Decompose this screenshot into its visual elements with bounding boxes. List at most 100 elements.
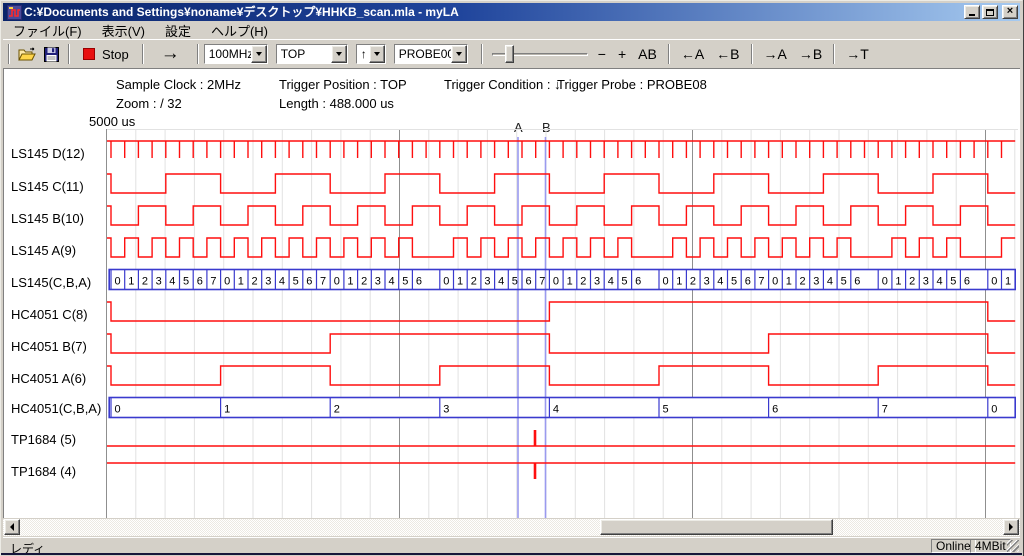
waveform-client-area[interactable]: Sample Clock : 2MHz Trigger Position : T… — [3, 68, 1020, 518]
dropdown-arrow-icon[interactable] — [251, 45, 267, 63]
goto-cursor-a-button[interactable]: ←A — [675, 44, 710, 64]
window-title: C:¥Documents and Settings¥noname¥デスクトップ¥… — [24, 3, 962, 21]
close-button[interactable]: × — [1002, 5, 1018, 19]
svg-text:2: 2 — [471, 276, 477, 288]
svg-text:2: 2 — [252, 276, 258, 288]
zoom-slider[interactable] — [492, 43, 588, 65]
trigger-probe-combobox[interactable]: PROBE00 — [394, 44, 468, 64]
channel-label-5: HC4051 C(8) — [11, 307, 88, 322]
svg-text:0: 0 — [224, 276, 230, 288]
set-cursor-b-button[interactable]: →B — [793, 44, 828, 64]
trigger-edge-value: ↑ — [357, 45, 369, 63]
zoom-slider-thumb[interactable] — [505, 45, 514, 63]
svg-text:0: 0 — [334, 276, 340, 288]
svg-text:5: 5 — [841, 276, 847, 288]
svg-text:3: 3 — [923, 276, 929, 288]
svg-text:4: 4 — [937, 276, 943, 288]
cursor-a-label[interactable]: A — [514, 120, 523, 135]
svg-text:0: 0 — [772, 276, 778, 288]
info-sample-clock: Sample Clock : 2MHz — [116, 77, 241, 92]
set-cursor-a-button[interactable]: →A — [758, 44, 793, 64]
info-trigger-position: Trigger Position : TOP — [279, 77, 407, 92]
stop-button[interactable]: Stop — [75, 43, 137, 65]
close-icon: × — [1007, 6, 1013, 17]
svg-text:2: 2 — [361, 276, 367, 288]
svg-text:7: 7 — [210, 276, 216, 288]
svg-text:3: 3 — [443, 404, 449, 416]
trigger-edge-combobox[interactable]: ↑ — [356, 44, 386, 64]
svg-text:6: 6 — [964, 276, 970, 288]
zoom-in-button[interactable]: + — [612, 44, 632, 64]
dropdown-arrow-icon[interactable] — [331, 45, 347, 63]
scroll-right-button[interactable] — [1003, 519, 1019, 535]
svg-text:5: 5 — [512, 276, 518, 288]
svg-text:6: 6 — [854, 276, 860, 288]
resize-grip-icon[interactable] — [1007, 540, 1019, 552]
scroll-left-button[interactable] — [4, 519, 20, 535]
scrollbar-thumb[interactable] — [600, 519, 833, 535]
goto-cursor-b-button[interactable]: ←B — [710, 44, 745, 64]
goto-trigger-button[interactable]: →T — [840, 44, 875, 64]
svg-text:3: 3 — [156, 276, 162, 288]
save-file-button[interactable] — [39, 43, 63, 65]
svg-text:1: 1 — [457, 276, 463, 288]
svg-text:1: 1 — [567, 276, 573, 288]
maximize-button[interactable] — [982, 5, 998, 19]
svg-text:7: 7 — [539, 276, 545, 288]
channel-label-1: LS145 C(11) — [11, 179, 84, 194]
trigger-position-combobox[interactable]: TOP — [276, 44, 348, 64]
info-zoom: Zoom : / 32 — [116, 96, 182, 111]
svg-text:1: 1 — [347, 276, 353, 288]
toolbar-gripper — [8, 44, 10, 64]
channel-label-10: TP1684 (4) — [11, 464, 76, 479]
svg-text:1: 1 — [676, 276, 682, 288]
svg-text:1: 1 — [1005, 276, 1011, 288]
channel-label-3: LS145 A(9) — [11, 243, 76, 258]
svg-text:4: 4 — [717, 276, 723, 288]
dropdown-arrow-icon[interactable] — [451, 45, 467, 63]
save-floppy-icon — [44, 47, 59, 62]
status-memory-badge: 4MBit — [970, 539, 1011, 553]
minimize-button[interactable] — [964, 5, 980, 19]
horizontal-scrollbar[interactable] — [3, 519, 1020, 536]
zoom-out-button[interactable]: − — [592, 44, 612, 64]
stop-icon — [83, 48, 95, 60]
waveform-canvas[interactable]: 0123456701234567012345601234567012345601… — [3, 68, 1020, 518]
svg-text:1: 1 — [786, 276, 792, 288]
svg-text:2: 2 — [909, 276, 915, 288]
svg-text:6: 6 — [745, 276, 751, 288]
svg-text:5: 5 — [293, 276, 299, 288]
info-trigger-probe: Trigger Probe : PROBE08 — [557, 77, 707, 92]
svg-text:1: 1 — [128, 276, 134, 288]
maximize-icon — [986, 9, 994, 16]
svg-text:0: 0 — [991, 276, 997, 288]
svg-text:3: 3 — [594, 276, 600, 288]
run-button[interactable]: → — [149, 44, 192, 64]
toolbar: Stop → 100MHz TOP ↑ PROBE00 −+AB ←A←B →A→B… — [3, 39, 1020, 68]
cursor-b-label[interactable]: B — [542, 120, 551, 135]
info-trigger-condition: Trigger Condition : ↓ — [444, 77, 561, 92]
toolbar-separator — [68, 44, 70, 64]
svg-text:4: 4 — [498, 276, 504, 288]
zoom-ab-button[interactable]: AB — [632, 44, 663, 64]
svg-text:2: 2 — [334, 404, 340, 416]
menu-bar: ファイル(F)表示(V)設定ヘルプ(H) — [3, 22, 1020, 39]
open-file-button[interactable] — [15, 43, 39, 65]
channel-label-6: HC4051 B(7) — [11, 339, 87, 354]
svg-text:3: 3 — [265, 276, 271, 288]
svg-text:3: 3 — [813, 276, 819, 288]
svg-text:1: 1 — [238, 276, 244, 288]
stop-label: Stop — [102, 47, 129, 62]
title-bar[interactable]: C:¥Documents and Settings¥noname¥デスクトップ¥… — [3, 3, 1020, 21]
svg-text:0: 0 — [443, 276, 449, 288]
timebase-label: 5000 us — [89, 114, 135, 129]
dropdown-arrow-icon[interactable] — [369, 45, 385, 63]
mylA-window: { "window": { "title": "C:¥Documents and… — [0, 0, 1024, 556]
svg-text:5: 5 — [402, 276, 408, 288]
svg-text:6: 6 — [416, 276, 422, 288]
channel-label-7: HC4051 A(6) — [11, 371, 86, 386]
toolbar-separator — [833, 44, 835, 64]
channel-label-9: TP1684 (5) — [11, 432, 76, 447]
sample-rate-combobox[interactable]: 100MHz — [204, 44, 268, 64]
svg-text:0: 0 — [115, 276, 121, 288]
